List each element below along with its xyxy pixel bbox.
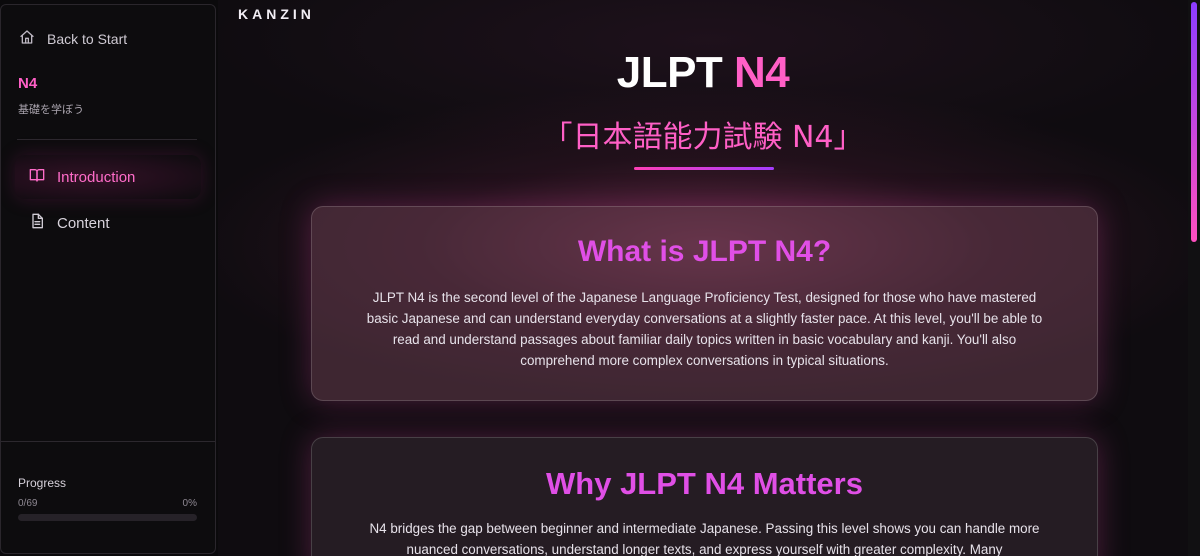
document-icon <box>29 213 45 233</box>
back-to-start-label: Back to Start <box>47 30 128 47</box>
sidebar-item-label: Content <box>57 214 110 232</box>
page-scrollbar[interactable] <box>1188 0 1200 556</box>
card-body: JLPT N4 is the second level of the Japan… <box>366 290 1043 368</box>
sidebar-divider <box>17 139 197 140</box>
book-icon <box>29 167 45 187</box>
home-icon <box>19 29 35 48</box>
card-heading: What is JLPT N4? <box>577 235 832 268</box>
page-title: JLPT N4 <box>218 48 1188 98</box>
main-content: KANZIN JLPT N4 「日本語能力試験 N4」 What is JLPT… <box>218 0 1188 556</box>
sidebar-item-content[interactable]: Content <box>15 201 201 245</box>
level-title: N4 <box>18 75 38 92</box>
sidebar-item-label: Introduction <box>57 168 136 186</box>
progress-section: Progress 0/69 0% <box>1 441 215 553</box>
brand-logo: KANZIN <box>238 6 315 22</box>
progress-count: 0/69 <box>18 498 38 509</box>
progress-label: Progress <box>18 476 67 490</box>
scrollbar-thumb[interactable] <box>1191 2 1197 242</box>
card-body: N4 bridges the gap between beginner and … <box>369 521 1040 556</box>
title-accent: N4 <box>734 48 790 97</box>
back-to-start-link[interactable]: Back to Start <box>19 29 127 48</box>
card-heading: Why JLPT N4 Matters <box>546 466 863 501</box>
level-subtitle: 基礎を学ぼう <box>18 103 84 116</box>
progress-percent: 0% <box>182 498 197 509</box>
info-card-why-matters: Why JLPT N4 Matters N4 bridges the gap b… <box>311 437 1098 556</box>
sidebar-item-introduction[interactable]: Introduction <box>15 155 201 199</box>
sidebar: Back to Start N4 基礎を学ぼう Introduction Con… <box>0 4 216 554</box>
title-plain: JLPT <box>616 48 723 97</box>
info-card-what-is: What is JLPT N4? JLPT N4 is the second l… <box>311 206 1098 401</box>
progress-bar <box>18 514 197 521</box>
page-subtitle: 「日本語能力試験 N4」 <box>542 120 864 155</box>
title-underline <box>634 167 774 170</box>
